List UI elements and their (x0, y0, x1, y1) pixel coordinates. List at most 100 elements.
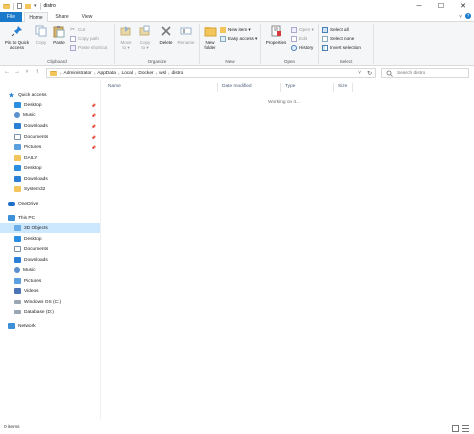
new-folder-qa-icon[interactable] (25, 3, 31, 9)
address-bar[interactable]: › Administrator › AppData › Local › Dock… (46, 68, 376, 78)
copy-to-button[interactable]: Copy to ▾ (136, 24, 154, 50)
breadcrumb-docker[interactable]: Docker (138, 71, 153, 76)
search-box[interactable]: Search distro (381, 68, 469, 78)
sidebar-item-3d-objects[interactable]: 3D Objects (0, 223, 100, 233)
sidebar-label: Documents (24, 246, 49, 252)
sidebar-item-pc-downloads[interactable]: Downloads (0, 255, 100, 265)
sidebar-item-onedrive[interactable]: OneDrive (0, 199, 100, 209)
breadcrumb-wsl[interactable]: wsl (159, 71, 166, 76)
breadcrumb-appdata[interactable]: AppData (97, 71, 116, 76)
sidebar-item-pc-music[interactable]: Music (0, 265, 100, 275)
properties-button[interactable]: Properties (262, 24, 290, 45)
new-folder-button[interactable]: New folder (201, 24, 219, 50)
copy-button[interactable]: Copy (33, 24, 49, 45)
paste-button[interactable]: Paste (51, 24, 67, 45)
cut-button[interactable]: ✂ Cut (70, 26, 85, 33)
sidebar-item-desktop-2[interactable]: Desktop (0, 163, 100, 173)
column-divider[interactable] (352, 83, 353, 92)
refresh-button[interactable]: ↻ (367, 70, 372, 77)
invert-selection-button[interactable]: Invert selection (322, 44, 361, 51)
column-divider[interactable] (280, 83, 281, 92)
paste-shortcut-button[interactable]: Paste shortcut (70, 44, 107, 51)
properties-qa-icon[interactable] (17, 3, 22, 9)
sidebar-item-desktop[interactable]: Desktop 📌 (0, 100, 100, 110)
column-header-name[interactable]: Name (108, 84, 121, 89)
column-header-size[interactable]: Size (338, 84, 347, 89)
sidebar-item-database-d[interactable]: Database (D:) (0, 307, 100, 317)
desktop-icon (14, 102, 21, 108)
forward-button[interactable]: → (13, 69, 21, 75)
large-icons-view-icon[interactable] (462, 425, 469, 432)
paste-shortcut-label: Paste shortcut (78, 45, 108, 50)
sidebar-item-pc-documents[interactable]: Documents (0, 244, 100, 254)
breadcrumb-administrator[interactable]: Administrator (64, 71, 92, 76)
star-icon (8, 92, 15, 98)
sidebar-item-documents[interactable]: Documents 📌 (0, 132, 100, 142)
tab-view[interactable]: View (76, 12, 98, 22)
sidebar-item-music[interactable]: Music 📌 (0, 110, 100, 120)
sidebar-item-system32[interactable]: System32 (0, 184, 100, 194)
column-header-type[interactable]: Type (285, 84, 295, 89)
open-button[interactable]: Open ▾ (291, 26, 314, 33)
expand-ribbon-icon[interactable]: ˅ (459, 14, 462, 20)
pin-icon (10, 24, 24, 38)
sidebar-item-downloads-2[interactable]: Downloads (0, 174, 100, 184)
status-bar: 0 items (0, 424, 474, 434)
sidebar-item-this-pc[interactable]: This PC (0, 213, 100, 223)
breadcrumb-distro[interactable]: distro (172, 71, 184, 76)
select-none-button[interactable]: Select none (322, 35, 354, 42)
up-button[interactable]: ↑ (33, 69, 41, 75)
breadcrumb-chevron: › (93, 70, 96, 76)
loading-message: Working on it... (268, 100, 300, 105)
sidebar-item-windows-os-c[interactable]: Windows OS (C:) (0, 297, 100, 307)
details-view-icon[interactable] (452, 425, 459, 432)
close-button[interactable]: ✕ (452, 0, 474, 12)
history-button[interactable]: History (291, 44, 313, 51)
pane-divider[interactable] (100, 80, 101, 420)
sidebar-label: Network (18, 323, 36, 329)
organize-group-label: Organize (147, 59, 167, 64)
edit-button[interactable]: Edit (291, 35, 307, 42)
move-to-button[interactable]: Move to ▾ (117, 24, 135, 50)
sidebar-item-downloads[interactable]: Downloads 📌 (0, 121, 100, 131)
desktop-icon (14, 165, 21, 171)
help-icon[interactable]: ? (465, 13, 471, 19)
maximize-button[interactable]: ☐ (430, 0, 452, 12)
select-none-label: Select none (330, 36, 355, 41)
address-dropdown-icon[interactable]: ˅ (358, 70, 361, 76)
history-label: History (299, 45, 314, 50)
minimize-button[interactable]: ─ (408, 0, 430, 12)
cut-label: Cut (78, 27, 86, 32)
sidebar-item-network[interactable]: Network (0, 321, 100, 331)
sidebar-label: Windows OS (C:) (24, 299, 62, 305)
easy-access-button[interactable]: Easy access ▾ (220, 35, 257, 42)
sidebar-item-pictures[interactable]: Pictures 📌 (0, 142, 100, 152)
recent-locations-button[interactable]: ˅ (23, 69, 31, 75)
sidebar-item-pc-videos[interactable]: Videos (0, 286, 100, 296)
select-all-button[interactable]: Select all (322, 26, 349, 33)
column-header-date-modified[interactable]: Date modified (222, 84, 252, 89)
tab-file[interactable]: File (0, 12, 22, 22)
column-divider[interactable] (217, 83, 218, 92)
customize-qa-icon[interactable]: ▾ (34, 3, 37, 9)
column-divider[interactable] (333, 83, 334, 92)
pin-to-quick-access-button[interactable]: Pin to Quick access (2, 24, 32, 50)
sidebar-label: 3D Objects (24, 225, 48, 231)
sidebar-item-pc-desktop[interactable]: Desktop (0, 234, 100, 244)
copy-path-button[interactable]: Copy path (70, 35, 99, 42)
drive-icon (14, 300, 21, 304)
breadcrumb-chevron: › (168, 70, 170, 76)
group-separator (260, 24, 261, 64)
sidebar-item-daily[interactable]: DAILY (0, 153, 100, 163)
breadcrumb-local[interactable]: Local (121, 71, 132, 76)
sidebar-item-quick-access[interactable]: Quick access (0, 90, 100, 100)
pin-icon: 📌 (91, 144, 96, 150)
sidebar-item-pc-pictures[interactable]: Pictures (0, 276, 100, 286)
delete-button[interactable]: Delete (157, 24, 175, 45)
pin-icon: 📌 (91, 134, 96, 140)
divider (13, 2, 14, 10)
rename-button[interactable]: Rename (176, 24, 196, 45)
tab-share[interactable]: Share (51, 12, 73, 22)
back-button[interactable]: ← (3, 69, 11, 75)
new-item-button[interactable]: New item ▾ (220, 26, 251, 33)
